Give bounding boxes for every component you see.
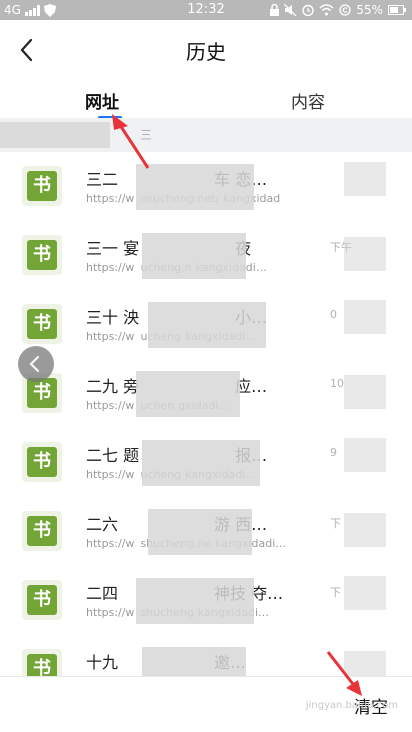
- chevron-left-icon: [29, 356, 39, 372]
- tab-bar: 网址 内容: [0, 80, 412, 119]
- history-list: 书三二车 恋…https://wnsucheng.net/kangxidad书三…: [0, 152, 412, 676]
- history-item-url-part: https://w: [86, 468, 135, 481]
- history-item-title-start: 二九 旁: [86, 377, 140, 396]
- book-icon: 书: [22, 649, 62, 676]
- history-item-url-part: https://w: [86, 330, 135, 343]
- wifi-icon: [319, 4, 334, 16]
- blur-mask: [148, 509, 252, 555]
- history-item-url-part: https://w: [86, 399, 135, 412]
- blur-mask: [344, 576, 386, 610]
- history-item-time: 10: [330, 377, 344, 390]
- status-bar: 4G 12:32 55%: [0, 0, 412, 20]
- book-icon: 书: [22, 580, 62, 620]
- blur-mask: [344, 237, 386, 271]
- history-item-time: 9: [330, 446, 337, 459]
- book-icon: 书: [22, 166, 62, 206]
- book-icon: 书: [22, 235, 62, 275]
- history-item-title-start: 十九: [86, 653, 119, 672]
- blur-mask: [344, 651, 386, 676]
- book-icon-glyph: 书: [27, 654, 57, 676]
- history-item[interactable]: 书二四神技 夺…https://wshuchengkangxidadi…下: [0, 566, 412, 635]
- history-item-url-part: https://w: [86, 261, 135, 274]
- blur-mask: [136, 164, 254, 210]
- history-item[interactable]: 书二九 旁应…https://wuchengxidadi…10: [0, 359, 412, 428]
- history-item[interactable]: 书十九邀…: [0, 635, 412, 676]
- blur-mask: [0, 122, 110, 148]
- history-item-title-start: 二四: [86, 584, 119, 603]
- book-icon-glyph: 书: [27, 585, 57, 615]
- floating-back-button[interactable]: [18, 346, 54, 382]
- blur-mask: [142, 440, 260, 486]
- blur-mask: [344, 375, 386, 409]
- history-item-title-start: 二六: [86, 515, 119, 534]
- blur-mask: [136, 371, 240, 417]
- book-icon: 书: [22, 442, 62, 482]
- book-icon-glyph: 书: [27, 447, 57, 477]
- book-icon-glyph: 书: [27, 378, 57, 408]
- history-item[interactable]: 书三一 宴夜https://wucheng.nkangxidadi…下午: [0, 221, 412, 290]
- history-item-url-part: https://w: [86, 606, 135, 619]
- tab-urls[interactable]: 网址: [62, 88, 142, 113]
- history-item-url-part: https://w: [86, 192, 135, 205]
- history-item-url-part: https://w: [86, 537, 135, 550]
- book-icon: 书: [22, 511, 62, 551]
- blur-mask: [344, 438, 386, 472]
- copyright-icon: [339, 4, 351, 16]
- date-group-label: 三: [140, 128, 153, 142]
- history-item-time: 下: [330, 586, 341, 599]
- blur-mask: [344, 162, 386, 196]
- blur-mask: [344, 513, 386, 547]
- history-item[interactable]: 书三二车 恋…https://wnsucheng.net/kangxidad: [0, 152, 412, 221]
- history-item-title-start: 三一 宴: [86, 239, 140, 258]
- watermark: jingyan.baidu.com: [305, 700, 398, 711]
- status-icons: 55%: [270, 3, 406, 17]
- blur-mask: [142, 233, 246, 279]
- lock-icon: [270, 4, 280, 16]
- blur-mask: [136, 578, 254, 624]
- date-group-header: 三: [0, 118, 412, 152]
- book-icon-glyph: 书: [27, 240, 57, 270]
- blur-mask: [344, 300, 386, 334]
- book-icon-glyph: 书: [27, 309, 57, 339]
- battery-level: 55%: [356, 3, 383, 17]
- alarm-icon: [302, 4, 315, 16]
- history-item-time: 下: [330, 517, 341, 530]
- blur-mask: [142, 647, 246, 676]
- mute-icon: [284, 4, 297, 16]
- history-item[interactable]: 书二六游 西…https://wshucheng.nekangxidadi…下: [0, 497, 412, 566]
- book-icon: 书: [22, 304, 62, 344]
- blur-mask: [148, 302, 266, 348]
- history-item[interactable]: 书三十 泱小…https://wuchengkangxidadi…0: [0, 290, 412, 359]
- history-item-title-start: 二七 题: [86, 446, 140, 465]
- title-bar: 历史: [0, 20, 412, 80]
- history-item-title-start: 三十 泱: [86, 308, 140, 327]
- history-item-time: 0: [330, 308, 337, 321]
- battery-icon: [388, 5, 406, 15]
- book-icon-glyph: 书: [27, 171, 57, 201]
- history-item[interactable]: 书二七 题报…https://wuchengkangxidadi…9: [0, 428, 412, 497]
- book-icon-glyph: 书: [27, 516, 57, 546]
- page-title: 历史: [186, 40, 226, 64]
- tab-content[interactable]: 内容: [268, 88, 348, 113]
- history-item-title-start: 三二: [86, 170, 119, 189]
